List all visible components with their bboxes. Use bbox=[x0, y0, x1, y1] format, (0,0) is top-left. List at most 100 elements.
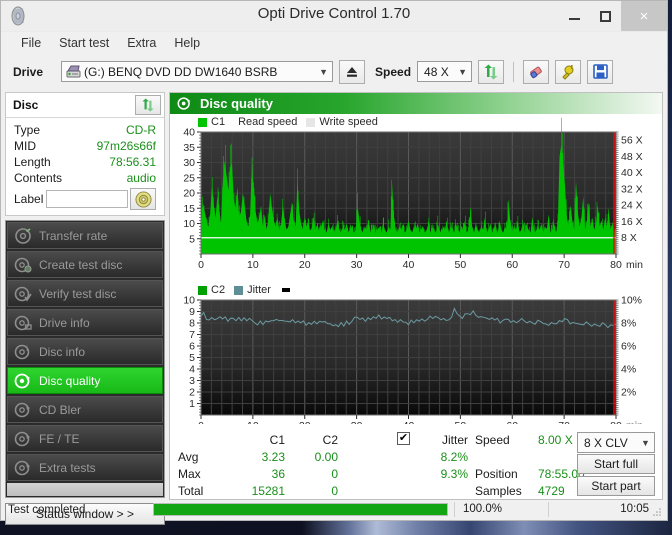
svg-text:10: 10 bbox=[183, 218, 195, 230]
sidebar-item-label: Create test disc bbox=[39, 257, 123, 272]
minimize-button[interactable] bbox=[559, 1, 590, 31]
stats-header-c2: C2 bbox=[322, 433, 338, 447]
sidebar-item-extra-tests[interactable]: Extra tests bbox=[7, 454, 163, 481]
erase-button[interactable] bbox=[523, 59, 550, 84]
svg-text:4%: 4% bbox=[621, 364, 636, 376]
disc-info-box: Disc Type CD-R MID 97m26s66f Length 78:5… bbox=[5, 92, 165, 216]
cd-label-button[interactable] bbox=[130, 188, 156, 210]
svg-text:40: 40 bbox=[183, 127, 195, 139]
plug-icon bbox=[562, 64, 574, 80]
svg-text:min: min bbox=[626, 420, 643, 424]
speed-select[interactable]: 48 X ▼ bbox=[417, 61, 473, 82]
disc-key: Length bbox=[14, 155, 51, 169]
disc-row-mid: MID 97m26s66f bbox=[14, 138, 156, 154]
menu-file[interactable]: File bbox=[12, 34, 50, 52]
stats-col-readout-labels: Speed Position Samples bbox=[475, 432, 522, 500]
sidebar-item-verify-test-disc[interactable]: Verify test disc bbox=[7, 280, 163, 307]
save-button[interactable] bbox=[587, 59, 614, 84]
speed-select-value: 48 X bbox=[424, 64, 449, 79]
status-bar: Test completed 100.0% 10:05 bbox=[5, 501, 663, 518]
svg-text:20: 20 bbox=[183, 188, 195, 200]
chevron-down-icon: ▼ bbox=[641, 437, 650, 448]
menu-extra[interactable]: Extra bbox=[118, 34, 165, 52]
start-full-button[interactable]: Start full bbox=[577, 454, 655, 474]
disc-row-contents: Contents audio bbox=[14, 170, 156, 186]
menu-help[interactable]: Help bbox=[165, 34, 209, 52]
sidebar-item-label: CD Bler bbox=[39, 402, 82, 417]
svg-text:20: 20 bbox=[299, 259, 311, 271]
svg-text:10: 10 bbox=[247, 420, 259, 424]
resize-grip-icon[interactable] bbox=[652, 507, 662, 517]
svg-text:56 X: 56 X bbox=[621, 135, 643, 147]
chevron-down-icon: ▼ bbox=[458, 66, 467, 77]
start-part-button[interactable]: Start part bbox=[577, 476, 655, 496]
disc-box-header: Disc bbox=[6, 93, 164, 118]
stats-c1-max: 36 bbox=[271, 467, 285, 481]
disc-key: MID bbox=[14, 139, 36, 153]
stats-header-jitter: Jitter bbox=[441, 433, 468, 447]
write-speed-select[interactable]: 8 X CLV ▼ bbox=[577, 432, 655, 453]
svg-text:6%: 6% bbox=[621, 341, 636, 353]
disc-value: 78:56.31 bbox=[109, 155, 156, 169]
toolbar: Drive (G:) BENQ DVD DD DW1640 BSRB ▼ Spe… bbox=[1, 54, 667, 89]
disc-info-icon: i bbox=[14, 343, 32, 361]
disc-key: Contents bbox=[14, 171, 63, 185]
jitter-checkbox[interactable]: ✔ bbox=[397, 432, 410, 445]
cd-disc-icon bbox=[134, 190, 152, 208]
write-speed-select-value: 8 X CLV bbox=[584, 435, 628, 450]
sidebar-item-disc-info[interactable]: i Disc info bbox=[7, 338, 163, 365]
sidebar-item-label: Transfer rate bbox=[39, 228, 108, 243]
progress-bar bbox=[153, 503, 448, 516]
label-input[interactable] bbox=[45, 190, 128, 208]
svg-text:3: 3 bbox=[189, 375, 195, 387]
close-button[interactable]: × bbox=[621, 1, 667, 31]
svg-text:70: 70 bbox=[558, 259, 570, 271]
sidebar-item-create-test-disc[interactable]: Create test disc bbox=[7, 251, 163, 278]
stats-header-c1: C1 bbox=[269, 433, 285, 447]
disc-quality-panel: Disc quality C1 Read speed Write speed C… bbox=[169, 92, 663, 474]
disc-verify-icon bbox=[14, 285, 32, 303]
svg-text:40: 40 bbox=[403, 420, 415, 424]
statistics-panel: Avg Max Total C1 3.23 36 15281 C2 0.00 0… bbox=[169, 428, 663, 500]
svg-text:0: 0 bbox=[198, 259, 204, 271]
stats-c1-avg: 3.23 bbox=[261, 450, 285, 464]
sidebar-item-disc-quality[interactable]: Disc quality bbox=[7, 367, 163, 394]
disc-quality-icon bbox=[177, 96, 192, 111]
sidebar-item-label: Disc info bbox=[39, 344, 86, 359]
eject-button[interactable] bbox=[339, 59, 366, 84]
drive-select[interactable]: (G:) BENQ DVD DD DW1640 BSRB ▼ bbox=[61, 61, 334, 82]
sidebar-item-drive-info[interactable]: Drive info bbox=[7, 309, 163, 336]
menu-start-test[interactable]: Start test bbox=[50, 34, 118, 52]
toolbar-separator bbox=[513, 61, 515, 82]
stats-jitter-avg: 8.2% bbox=[440, 450, 468, 464]
legend-label-c1: C1 bbox=[211, 116, 226, 128]
sidebar-item-cd-bler[interactable]: CD Bler bbox=[7, 396, 163, 423]
maximize-button[interactable] bbox=[590, 1, 621, 31]
stats-label-max: Max bbox=[178, 467, 201, 481]
disc-row-length: Length 78:56.31 bbox=[14, 154, 156, 170]
svg-text:30: 30 bbox=[351, 420, 363, 424]
svg-text:15: 15 bbox=[183, 203, 195, 215]
disc-speed-icon bbox=[14, 227, 32, 245]
svg-text:80: 80 bbox=[610, 259, 622, 271]
nav-list-footer bbox=[7, 483, 163, 496]
svg-text:2: 2 bbox=[189, 387, 195, 399]
disc-label-row: Label bbox=[14, 188, 156, 210]
stats-jitter-max: 9.3% bbox=[440, 467, 468, 481]
legend-label-write-speed: Write speed bbox=[319, 116, 378, 128]
svg-text:8 X: 8 X bbox=[621, 232, 637, 244]
disc-refresh-button[interactable] bbox=[135, 95, 161, 115]
disc-quality-icon bbox=[14, 372, 32, 390]
sidebar-item-transfer-rate[interactable]: Transfer rate bbox=[7, 222, 163, 249]
elapsed-time: 10:05 bbox=[548, 502, 663, 517]
menu-bar: File Start test Extra Help bbox=[1, 32, 667, 54]
disc-quality-charts[interactable]: 5101520253035408 X16 X24 X32 X40 X48 X56… bbox=[170, 114, 666, 432]
panel-header: Disc quality bbox=[170, 93, 662, 114]
disc-box-title: Disc bbox=[13, 98, 39, 112]
sidebar-item-fe-te[interactable]: FE / TE bbox=[7, 425, 163, 452]
progress-percent: 100.0% bbox=[454, 502, 548, 517]
chevron-down-icon: ▼ bbox=[319, 66, 328, 77]
settings-button[interactable] bbox=[555, 59, 582, 84]
refresh-button[interactable] bbox=[478, 59, 505, 84]
svg-text:8%: 8% bbox=[621, 318, 636, 330]
